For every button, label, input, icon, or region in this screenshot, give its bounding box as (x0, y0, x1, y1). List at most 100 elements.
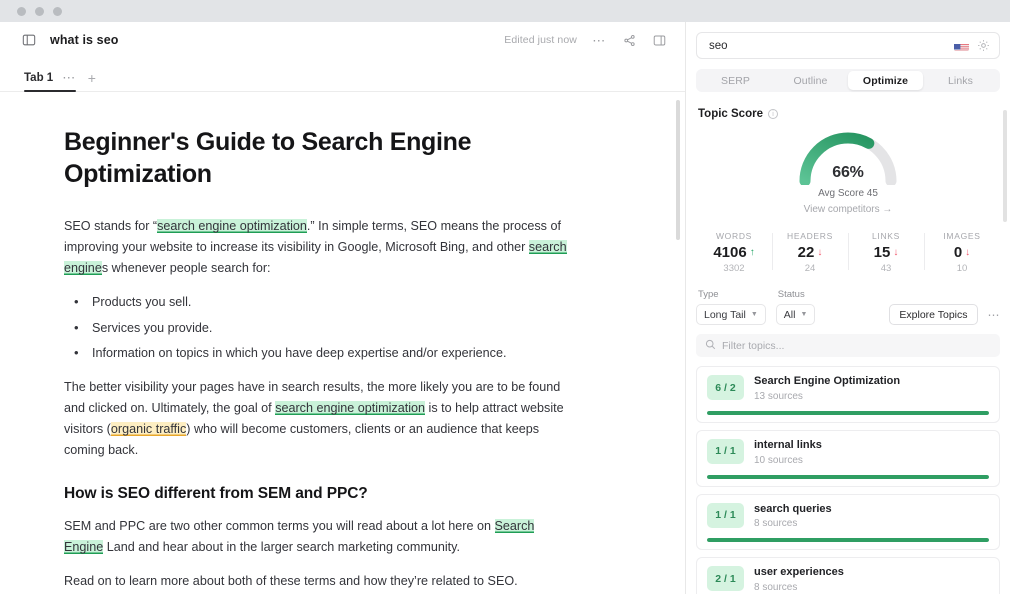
document-scrollbar[interactable] (676, 100, 680, 240)
topic-card[interactable]: 6 / 2 Search Engine Optimization 13 source… (696, 366, 1000, 423)
stat-value: 4106 (713, 244, 747, 261)
stat-words: WORDS 4106 ↑ 3302 (696, 231, 772, 274)
stat-headers: HEADERS 22 ↓ 24 (772, 231, 848, 274)
topic-sources: 8 sources (754, 518, 798, 530)
keyword-search-field[interactable]: seo (696, 32, 1000, 59)
topic-text: user experiences 8 sources (754, 566, 844, 593)
document-canvas[interactable]: Beginner's Guide to Search Engine Optimi… (0, 92, 685, 594)
trend-down-icon: ↓ (817, 247, 823, 258)
tab-serp[interactable]: SERP (698, 71, 773, 90)
view-competitors-link[interactable]: View competitors → (804, 204, 893, 215)
topics-more-icon[interactable]: ⋯ (988, 308, 1001, 325)
topic-name: Search Engine Optimization (754, 375, 901, 387)
document-title[interactable]: what is seo (50, 33, 118, 47)
text-run: SEO stands for “ (64, 219, 158, 233)
text-run: Land and hear about in the larger search… (103, 539, 461, 554)
stat-value-row: 22 ↓ (774, 244, 846, 261)
window-maximize-button[interactable] (53, 6, 62, 16)
us-flag-icon[interactable] (954, 41, 969, 51)
text-run: s whenever people search for: (101, 260, 271, 275)
stat-value: 22 (797, 244, 815, 261)
chevron-down-icon: ▼ (750, 311, 758, 318)
topic-progress-track (707, 474, 989, 479)
app-window: what is seo Edited just now ⋯ Tab 1 ⋯ + … (0, 0, 1010, 594)
topic-card-header: 2 / 1 user experiences 8 sources (707, 566, 989, 593)
stat-links: LINKS 15 ↓ 43 (848, 231, 924, 274)
stat-value-row: 15 ↓ (850, 244, 922, 261)
tab-optimize[interactable]: Optimize (848, 71, 923, 90)
status-filter-select[interactable]: All ▼ (775, 304, 816, 325)
panel-left-icon[interactable] (22, 33, 36, 47)
document-tabstrip: Tab 1 ⋯ + (0, 58, 685, 92)
panel-right-icon[interactable] (651, 32, 667, 48)
tab-1-label: Tab 1 (24, 71, 54, 84)
stat-label: WORDS (715, 231, 753, 241)
topic-progress-fill (707, 410, 989, 415)
window-close-button[interactable] (17, 6, 26, 16)
stat-value-row: 0 ↓ (926, 244, 998, 261)
gear-icon[interactable] (977, 39, 990, 52)
document-header: what is seo Edited just now ⋯ (0, 22, 685, 58)
highlight-term-amber[interactable]: organic traffic (110, 422, 187, 437)
topic-text: Search Engine Optimization 13 sources (754, 375, 900, 402)
filter-topics-placeholder: Filter topics... (722, 339, 785, 352)
tab-1[interactable]: Tab 1 ⋯ (24, 71, 76, 92)
topic-card[interactable]: 2 / 1 user experiences 8 sources (696, 557, 1000, 594)
tab-outline[interactable]: Outline (773, 71, 848, 90)
keyword-value: seo (709, 39, 728, 52)
topic-progress-track (707, 538, 989, 543)
topic-filters: Type Long Tail ▼ Status All ▼ Explore To… (696, 289, 1000, 325)
add-tab-button[interactable]: + (88, 71, 96, 91)
stat-previous: 10 (956, 263, 968, 274)
stat-previous: 43 (880, 263, 892, 274)
bullet-list: Products you sell. Services you provide. I… (64, 291, 575, 365)
text-run: SEM and PPC are two other common terms y… (64, 518, 495, 533)
panel-tabs: SERP Outline Optimize Links (696, 69, 1000, 92)
type-filter-group: Type Long Tail ▼ (696, 289, 766, 325)
type-filter-select[interactable]: Long Tail ▼ (696, 304, 766, 325)
edited-status: Edited just now (504, 34, 577, 46)
stat-label: LINKS (871, 231, 901, 241)
stat-images: IMAGES 0 ↓ 10 (924, 231, 1000, 274)
stat-value-row: 4106 ↑ (698, 244, 770, 261)
topic-sources: 10 sources (754, 454, 803, 466)
stat-label: IMAGES (943, 231, 981, 241)
trend-down-icon: ↓ (893, 247, 899, 258)
topic-sources: 8 sources (754, 582, 798, 593)
panel-scrollbar[interactable] (1003, 110, 1007, 222)
gauge-arc: 66% (794, 127, 902, 185)
topic-card[interactable]: 1 / 1 internal links 10 sources (696, 429, 1000, 487)
list-item: Products you sell. (64, 291, 575, 313)
page-title: Beginner's Guide to Search Engine Optimi… (64, 128, 472, 188)
highlight-term-green[interactable]: search engine optimization (157, 219, 307, 233)
stat-previous: 3302 (723, 263, 745, 274)
topic-count-badge: 1 / 1 (707, 438, 744, 464)
topic-card-header: 6 / 2 Search Engine Optimization 13 source… (707, 375, 989, 402)
more-horizontal-icon[interactable]: ⋯ (591, 32, 607, 48)
list-item: Information on topics in which you have … (64, 342, 575, 364)
list-item: Services you provide. (64, 317, 575, 339)
paragraph-4: Read on to learn more about both of thes… (64, 573, 518, 588)
explore-topics-button[interactable]: Explore Topics (889, 304, 978, 325)
share-icon[interactable] (621, 32, 637, 48)
heading-sem-ppc: How is SEO different from SEM and PPC? (64, 484, 368, 502)
document-editor: what is seo Edited just now ⋯ Tab 1 ⋯ + … (0, 22, 686, 594)
highlight-term-green[interactable]: search engine optimization (275, 401, 426, 416)
topic-card-header: 1 / 1 internal links 10 sources (707, 438, 989, 466)
gauge-percent: 66% (832, 164, 864, 181)
paragraph-1: SEO stands for “search engine optimizati… (64, 216, 575, 279)
topic-score-header: Topic Score i (698, 108, 1000, 120)
tab-1-more-icon[interactable]: ⋯ (62, 71, 76, 84)
tab-links[interactable]: Links (923, 71, 998, 90)
info-icon[interactable]: i (767, 109, 778, 119)
filter-topics-input[interactable]: Filter topics... (696, 334, 1000, 357)
optimizer-panel: seo SERP Outline Optimize Links Topic Sc… (686, 22, 1010, 594)
content-stats: WORDS 4106 ↑ 3302 HEADERS 22 ↓ 24 LINKS 15 ↓ 43 IMAG… (696, 231, 1000, 274)
status-filter-label: Status (777, 289, 805, 300)
chevron-down-icon: ▼ (800, 311, 808, 318)
topic-score-gauge: 66% Avg Score 45 View competitors → (696, 127, 1000, 215)
topic-progress-fill (707, 474, 989, 479)
topic-text: search queries 8 sources (754, 503, 832, 530)
topic-card[interactable]: 1 / 1 search queries 8 sources (696, 493, 1000, 551)
window-minimize-button[interactable] (35, 6, 44, 16)
